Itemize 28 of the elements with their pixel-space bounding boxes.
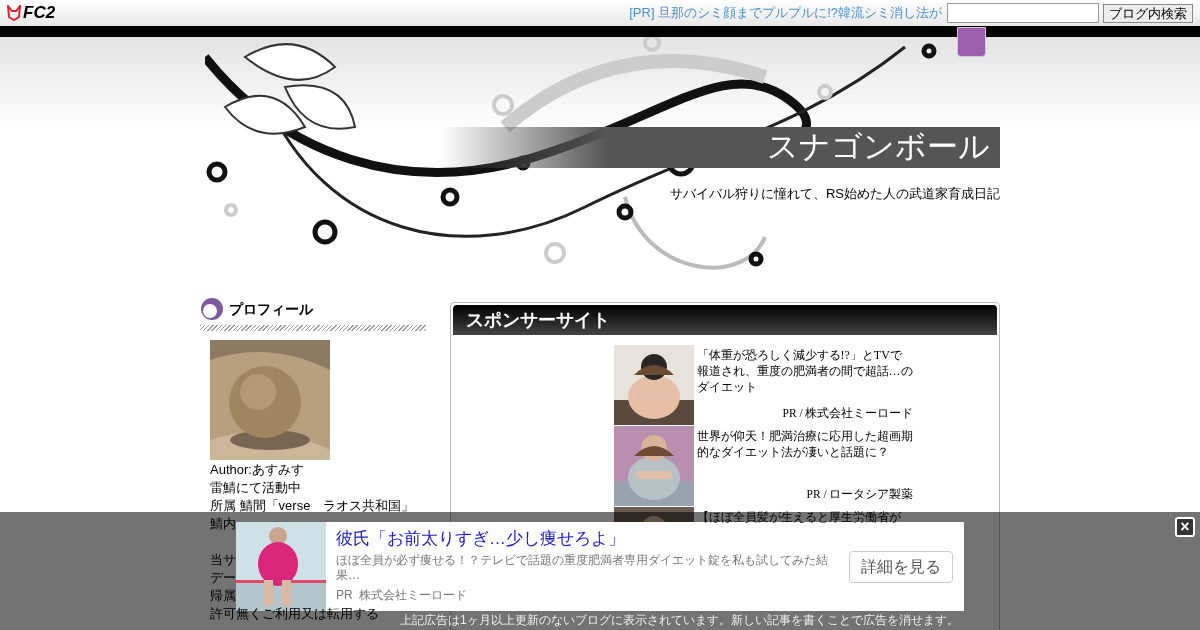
profile-text: 鯖内 (210, 515, 236, 533)
sponsor-heading: スポンサーサイト (466, 308, 610, 332)
profile-text: Author:あすみす (210, 461, 304, 479)
close-button[interactable]: × (1175, 517, 1195, 537)
details-button[interactable]: 詳細を見る (849, 550, 953, 583)
blog-subtitle: サバイバル狩りに憧れて、RS始めた人の武道家育成日記 (669, 185, 1000, 203)
ad-description: ほぼ全員が必ず痩せる！？テレビで話題の重度肥満者専用ダイエット錠を私も試してみた結果… (336, 553, 829, 583)
profile-text: 帰属 (210, 587, 236, 605)
ad-link[interactable]: 「体重が恐ろしく減少する!?」とTVで報道され、重度の肥満者の間で超話…のダイエット (696, 347, 914, 395)
profile-text: 雷鯖にて活動中 (210, 479, 301, 497)
fc2-logo[interactable]: FC2 (23, 0, 56, 26)
crescent-icon (200, 297, 224, 321)
ad-link[interactable]: 【ほぼ全員髪が生えると厚生労働省が (696, 509, 914, 525)
blog-search-button[interactable]: ブログ内検索 (1103, 3, 1193, 23)
menu-tab[interactable] (957, 27, 986, 57)
ad-advertiser: PR 株式会社ミーロード (336, 587, 468, 604)
ad-advertiser: PR / 株式会社ミーロード (782, 405, 914, 421)
profile-text: 所属 鯖間「verse ラオス共和国」 (210, 497, 415, 515)
blog-title[interactable]: スナゴンボール (767, 124, 990, 171)
profile-text: 当サ (210, 551, 236, 569)
search-field[interactable] (947, 3, 1099, 23)
ad-advertiser: PR / ロータシア製薬 (806, 486, 914, 502)
ad-title[interactable]: 彼氏「お前太りすぎ…少し痩せろよ」 (336, 528, 845, 550)
fox-logo-icon (7, 5, 21, 21)
ad-link[interactable]: 世界が仰天！肥満治療に応用した超画期的なダイエット法が凄いと話題に？ (696, 428, 914, 460)
profile-heading: プロフィール (229, 299, 313, 319)
ad-notice: 上記広告は1ヶ月以上更新のないブログに表示されています。新しい記事を書くことで広告を消せます。 (400, 613, 959, 628)
profile-text: デー (210, 569, 236, 587)
